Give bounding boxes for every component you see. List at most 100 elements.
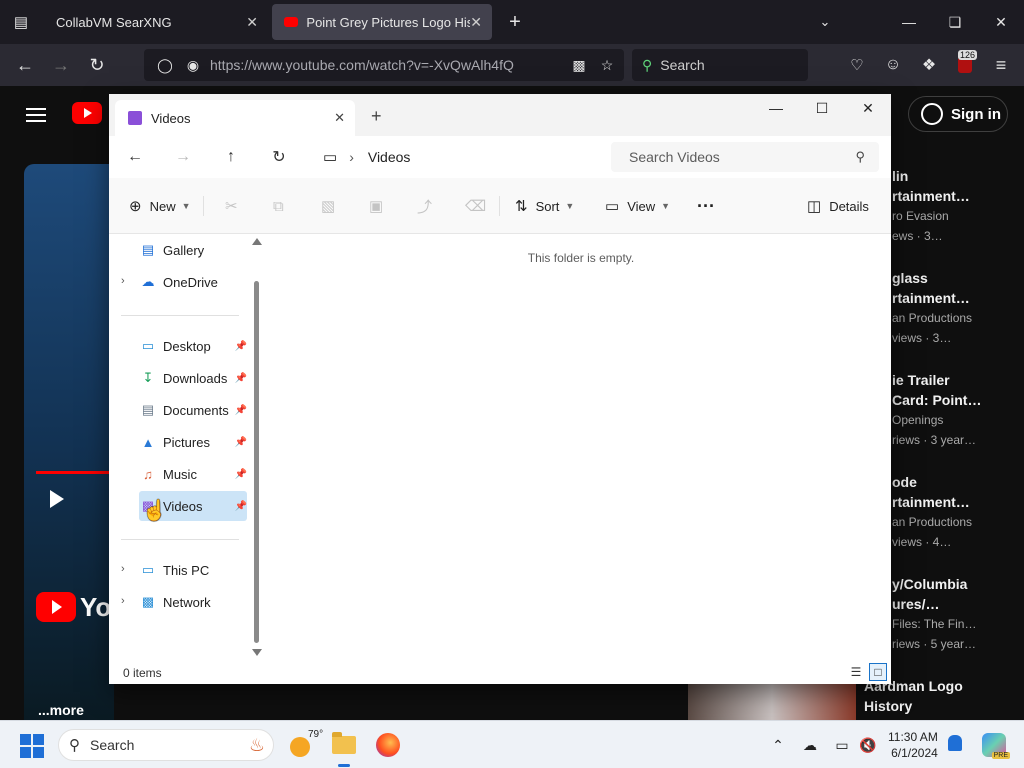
firefox-taskbar-icon[interactable] bbox=[372, 729, 404, 761]
pin-icon[interactable]: 📌 bbox=[235, 501, 247, 512]
sidebar-item-network[interactable]: ▩ Network bbox=[139, 587, 247, 617]
scroll-down-icon[interactable] bbox=[252, 649, 262, 656]
url-text[interactable]: https://www.youtube.com/watch?v=-XvQwAlh… bbox=[210, 57, 514, 73]
account-icon[interactable]: ☺ bbox=[878, 50, 908, 80]
close-window-button[interactable]: ✕ bbox=[845, 94, 891, 122]
lock-icon[interactable]: ◉ bbox=[182, 57, 204, 74]
volume-muted-icon[interactable]: 🔇 bbox=[856, 733, 880, 757]
breadcrumb-videos[interactable]: Videos bbox=[368, 149, 411, 165]
suggested-video[interactable]: lin rtainment… ro Evasion ews · 3… bbox=[892, 166, 1022, 246]
youtube-logo-icon[interactable] bbox=[72, 102, 102, 124]
pocket-icon[interactable]: ♡ bbox=[842, 50, 872, 80]
video-player[interactable]: You bbox=[24, 164, 127, 724]
file-explorer-taskbar-icon[interactable] bbox=[328, 729, 360, 767]
back-arrow-icon[interactable]: ← bbox=[121, 144, 149, 170]
close-icon[interactable]: ✕ bbox=[470, 14, 482, 31]
scrollbar-thumb[interactable] bbox=[254, 281, 259, 643]
ublock-extension-icon[interactable]: 126 bbox=[950, 50, 980, 80]
forward-arrow-icon[interactable]: → bbox=[169, 144, 197, 170]
sign-in-button[interactable]: Sign in bbox=[908, 96, 1008, 132]
cut-icon[interactable]: ✂ bbox=[225, 192, 238, 220]
scroll-up-icon[interactable] bbox=[252, 238, 262, 245]
pin-icon[interactable]: 📌 bbox=[235, 373, 247, 384]
file-list-area[interactable]: This folder is empty. bbox=[265, 235, 891, 659]
minimize-button[interactable]: — bbox=[886, 0, 932, 44]
sidebar-item-downloads[interactable]: ↧ Downloads 📌 bbox=[139, 363, 247, 393]
copy-icon[interactable]: ⧉ bbox=[273, 192, 284, 220]
close-window-button[interactable]: ✕ bbox=[978, 0, 1024, 44]
menu-hamburger-icon[interactable]: ≡ bbox=[986, 50, 1016, 80]
paste-icon[interactable]: ▧ bbox=[321, 192, 335, 220]
windows-start-button[interactable] bbox=[20, 734, 44, 758]
reader-view-icon[interactable]: ▩ bbox=[568, 57, 590, 74]
monitor-icon[interactable]: ▭ bbox=[323, 148, 337, 166]
browser-tab-searxng[interactable]: CollabVM SearXNG ✕ bbox=[44, 4, 268, 40]
bookmark-star-icon[interactable]: ☆ bbox=[596, 57, 618, 74]
delete-icon[interactable]: ⌫ bbox=[465, 192, 486, 220]
chevron-right-icon[interactable]: › bbox=[121, 275, 125, 287]
refresh-icon[interactable]: ↻ bbox=[265, 144, 293, 170]
extensions-icon[interactable]: ❖ bbox=[914, 50, 944, 80]
new-tab-button[interactable]: + bbox=[500, 7, 530, 37]
details-button[interactable]: ◫ Details bbox=[807, 192, 869, 220]
rename-icon[interactable]: ▣ bbox=[369, 192, 383, 220]
forward-arrow-icon[interactable]: → bbox=[46, 50, 76, 80]
suggested-video[interactable]: glass rtainment… an Productions views · … bbox=[892, 268, 1022, 348]
pin-icon[interactable]: 📌 bbox=[235, 405, 247, 416]
up-arrow-icon[interactable]: ↑ bbox=[217, 144, 245, 170]
back-arrow-icon[interactable]: ← bbox=[10, 50, 40, 80]
search-videos-input[interactable]: Search Videos ⚲ bbox=[611, 142, 879, 172]
suggested-thumbnail[interactable] bbox=[688, 684, 856, 720]
browser-tab-youtube[interactable]: Point Grey Pictures Logo Histor ✕ bbox=[272, 4, 492, 40]
suggested-video[interactable]: y/Columbia ures/… Files: The Fin… riews … bbox=[892, 574, 1022, 654]
play-icon[interactable] bbox=[50, 490, 64, 508]
chevron-right-icon[interactable]: › bbox=[121, 595, 125, 607]
tab-overview-icon[interactable]: ▤ bbox=[6, 7, 36, 37]
taskbar-search-box[interactable]: ⚲ Search ♨ bbox=[58, 729, 274, 761]
sidebar-item-gallery[interactable]: ▤ Gallery bbox=[139, 235, 247, 265]
shield-icon[interactable]: ◯ bbox=[154, 57, 176, 74]
suggested-video[interactable]: ode rtainment… an Productions views · 4… bbox=[892, 472, 1022, 552]
close-icon[interactable]: ✕ bbox=[334, 110, 345, 126]
youtube-menu-icon[interactable] bbox=[26, 104, 46, 126]
sidebar-item-desktop[interactable]: ▭ Desktop 📌 bbox=[139, 331, 247, 361]
restore-button[interactable]: ❏ bbox=[932, 0, 978, 44]
notification-bell-icon[interactable] bbox=[948, 735, 962, 751]
view-button[interactable]: ▭ View ▼ bbox=[605, 192, 670, 220]
sidebar-item-music[interactable]: ♫ Music 📌 bbox=[139, 459, 247, 489]
reload-icon[interactable]: ↻ bbox=[82, 50, 112, 80]
onedrive-offline-icon[interactable]: ☁ bbox=[798, 733, 822, 757]
tab-list-chevron-icon[interactable]: ⌄ bbox=[810, 7, 840, 37]
pin-icon[interactable]: 📌 bbox=[235, 437, 247, 448]
sidebar-item-pictures[interactable]: ▲ Pictures 📌 bbox=[139, 427, 247, 457]
video-progress-bar[interactable] bbox=[36, 471, 116, 474]
url-bar[interactable]: ◯ ◉ https://www.youtube.com/watch?v=-XvQ… bbox=[144, 49, 624, 81]
description-more-link[interactable]: ...more bbox=[38, 702, 84, 718]
pin-icon[interactable]: 📌 bbox=[235, 469, 247, 480]
pin-icon[interactable]: 📌 bbox=[235, 341, 247, 352]
new-button[interactable]: ⊕ New ▼ bbox=[129, 192, 191, 220]
new-tab-button[interactable]: + bbox=[371, 106, 382, 127]
address-bar[interactable]: ▭ › Videos bbox=[313, 142, 607, 172]
more-options-button[interactable]: ··· bbox=[697, 192, 715, 220]
chevron-right-icon[interactable]: › bbox=[349, 149, 354, 165]
close-icon[interactable]: ✕ bbox=[246, 14, 258, 31]
details-view-icon[interactable]: ☰ bbox=[847, 663, 865, 681]
system-clock[interactable]: 11:30 AM 6/1/2024 bbox=[888, 729, 938, 761]
sidebar-item-documents[interactable]: ▤ Documents 📌 bbox=[139, 395, 247, 425]
sidebar-item-this-pc[interactable]: ▭ This PC bbox=[139, 555, 247, 585]
share-icon[interactable]: ⤴ bbox=[417, 192, 432, 220]
chevron-up-icon[interactable]: ⌃ bbox=[766, 733, 790, 757]
minimize-button[interactable]: — bbox=[753, 94, 799, 122]
copilot-icon[interactable]: PRE bbox=[982, 733, 1010, 759]
sidebar-item-onedrive[interactable]: ☁ OneDrive bbox=[139, 267, 247, 297]
maximize-button[interactable]: ☐ bbox=[799, 94, 845, 122]
suggested-video[interactable]: ie Trailer Card: Point… Openings riews ·… bbox=[892, 370, 1022, 450]
browser-search-bar[interactable]: ⚲ Search bbox=[632, 49, 808, 81]
sidebar-scrollbar[interactable] bbox=[251, 235, 263, 659]
network-status-icon[interactable]: ▭ bbox=[830, 733, 854, 757]
large-icons-view-icon[interactable]: □ bbox=[869, 663, 887, 681]
explorer-tab-videos[interactable]: Videos ✕ bbox=[115, 100, 355, 136]
chevron-right-icon[interactable]: › bbox=[121, 563, 125, 575]
weather-widget[interactable]: 79° bbox=[290, 729, 323, 757]
